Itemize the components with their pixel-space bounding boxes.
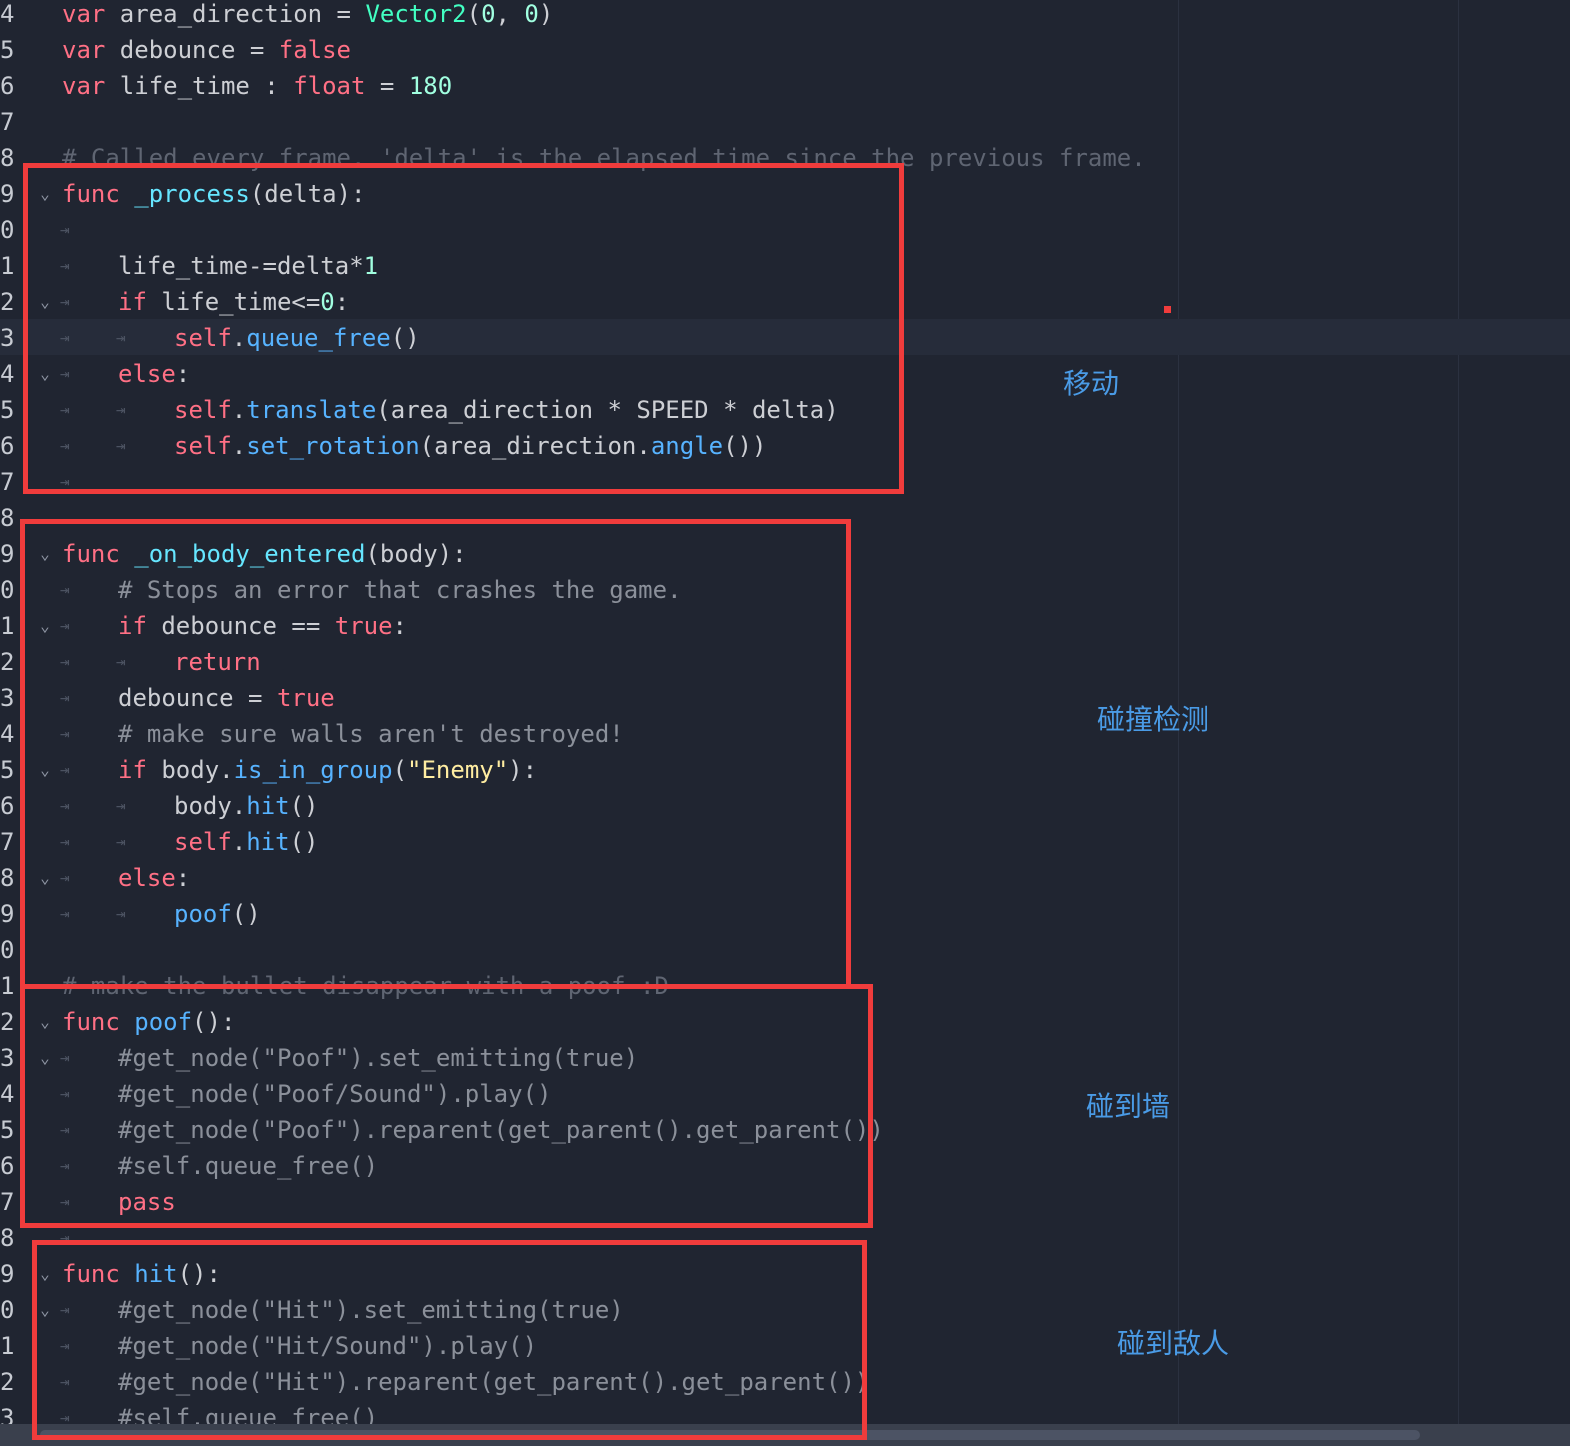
line-number: 6 — [0, 432, 15, 460]
line-number: 2 — [0, 288, 15, 316]
line-number: 8 — [0, 864, 15, 892]
line-number: 2 — [0, 1008, 15, 1036]
line-number: 5 — [0, 1116, 15, 1144]
code-line[interactable]: 7 — [0, 104, 1570, 140]
line-number: 3 — [0, 684, 15, 712]
code-line[interactable]: 4 var area_direction = Vector2(0, 0) — [0, 0, 1570, 32]
code-token: ( — [466, 0, 482, 28]
line-number: 0 — [0, 936, 15, 964]
code-token: , — [495, 0, 525, 28]
code-token: ) — [538, 0, 554, 28]
line-number: 5 — [0, 756, 15, 784]
line-number: 1 — [0, 612, 15, 640]
code-token: 0 — [481, 0, 496, 28]
line-number: 4 — [0, 0, 15, 28]
annotation-box-process — [23, 163, 904, 494]
annotation-box-body-entered — [20, 519, 851, 989]
line-number: 4 — [0, 1080, 15, 1108]
annotation-dot — [1164, 306, 1171, 313]
code-text: var debounce = false — [62, 32, 351, 68]
code-line[interactable]: 6 var life_time : float = 180 — [0, 68, 1570, 104]
line-number: 7 — [0, 468, 15, 496]
line-number: 6 — [0, 72, 15, 100]
line-number: 4 — [0, 360, 15, 388]
line-number: 4 — [0, 720, 15, 748]
code-token: life_time : — [105, 72, 294, 100]
code-token: var — [62, 36, 106, 64]
line-number: 1 — [0, 1332, 15, 1360]
line-number: 9 — [0, 1260, 15, 1288]
annotation-box-hit — [32, 1240, 867, 1440]
line-number: 8 — [0, 504, 15, 532]
annotation-label-move: 移动 — [1063, 367, 1120, 400]
code-token: area_direction = — [105, 0, 366, 28]
line-number: 6 — [0, 792, 15, 820]
annotation-label-hit-enemy: 碰到敌人 — [1117, 1327, 1230, 1360]
line-number: 9 — [0, 180, 15, 208]
line-number: 7 — [0, 1188, 15, 1216]
annotation-label-collision: 碰撞检测 — [1097, 703, 1210, 736]
line-number: 2 — [0, 1368, 15, 1396]
line-number: 9 — [0, 900, 15, 928]
line-number: 6 — [0, 1152, 15, 1180]
line-number: 3 — [0, 1044, 15, 1072]
line-number: 8 — [0, 144, 15, 172]
line-number: 0 — [0, 576, 15, 604]
code-token: 180 — [408, 72, 453, 100]
code-token: var — [62, 72, 106, 100]
line-number: 0 — [0, 216, 15, 244]
line-number: 7 — [0, 108, 15, 136]
line-number: 1 — [0, 972, 15, 1000]
code-line[interactable]: 5 var debounce = false — [0, 32, 1570, 68]
code-token: var — [62, 0, 106, 28]
code-token: Vector2 — [365, 0, 467, 28]
code-text: var area_direction = Vector2(0, 0) — [62, 0, 553, 32]
line-number: 5 — [0, 396, 15, 424]
line-number: 3 — [0, 324, 15, 352]
line-number: 1 — [0, 252, 15, 280]
line-number: 0 — [0, 1296, 15, 1324]
annotation-label-hit-wall: 碰到墙 — [1086, 1090, 1171, 1123]
code-text: var life_time : float = 180 — [62, 68, 452, 104]
line-number: 8 — [0, 1224, 15, 1252]
line-number: 7 — [0, 828, 15, 856]
code-token: 0 — [524, 0, 539, 28]
annotation-box-poof — [20, 984, 873, 1228]
line-number: 5 — [0, 36, 15, 64]
line-number: 2 — [0, 648, 15, 676]
code-token: debounce = — [105, 36, 279, 64]
code-token: = — [365, 72, 409, 100]
line-number: 9 — [0, 540, 15, 568]
code-token: float — [293, 72, 366, 100]
code-token: false — [278, 36, 351, 64]
